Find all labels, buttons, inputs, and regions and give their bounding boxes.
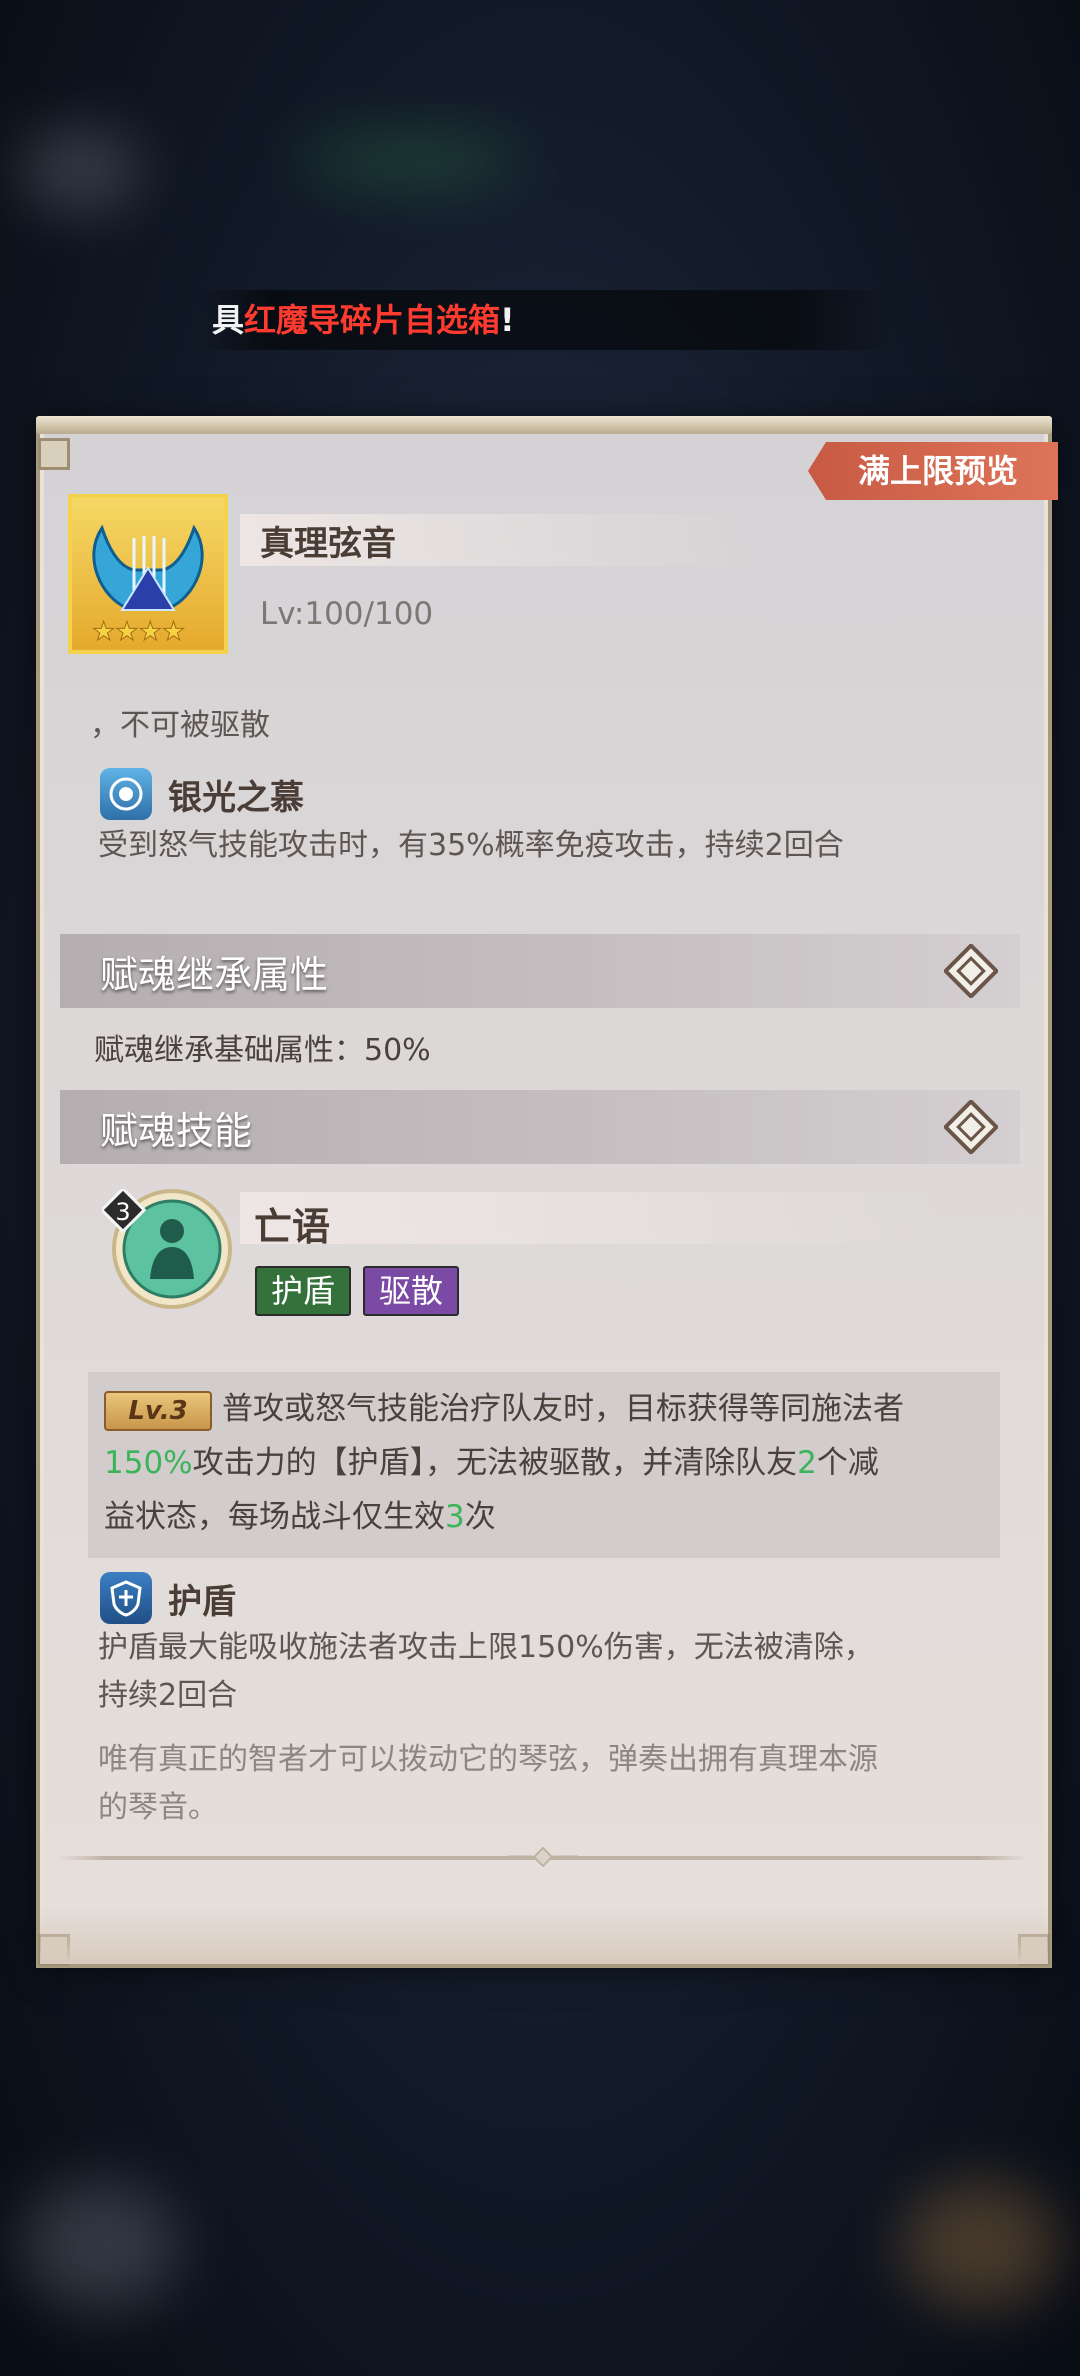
- effect-line2: 攻击力的【护盾】，无法被驱散，并清除队友: [192, 1445, 798, 1481]
- shield-icon: [100, 1572, 152, 1624]
- effect-times: 3: [445, 1499, 465, 1535]
- divider-ornament: [508, 1846, 578, 1868]
- effect-count: 2: [797, 1445, 817, 1481]
- effect-text: Lv.3 普攻或怒气技能治疗队友时，目标获得等同施法者 150%攻击力的【护盾】，…: [104, 1382, 984, 1544]
- background-blur: [900, 2180, 1060, 2310]
- shield-desc-line1: 护盾最大能吸收施法者攻击上限150%伤害，无法被清除，: [98, 1630, 874, 1665]
- lyre-icon: ★★★★: [92, 524, 204, 648]
- soul-skill-name: 亡语: [254, 1205, 331, 1249]
- inherit-stat-text: 赋魂继承基础属性：50%: [94, 1033, 431, 1068]
- item-name: 真理弦音: [260, 524, 396, 564]
- section-soul-skill: 赋魂技能: [60, 1090, 1020, 1164]
- shield-skill-header: 护盾: [100, 1572, 236, 1624]
- background-blur: [20, 2180, 180, 2310]
- background-blur: [300, 140, 520, 180]
- skill-name-band: [240, 1192, 940, 1244]
- announcement-marquee: 具红魔导碎片自选箱!: [200, 290, 892, 350]
- shield-skill-name: 护盾: [168, 1581, 236, 1622]
- panel-top-frame: [36, 416, 1052, 434]
- silver-skill-header: 银光之慕: [100, 768, 304, 820]
- marquee-suffix: !: [500, 301, 515, 339]
- item-icon: ★★★★: [68, 494, 228, 654]
- shield-desc-line2: 持续2回合: [98, 1678, 238, 1713]
- silver-skill-desc: 受到怒气技能攻击时，有35%概率免疫攻击，持续2回合: [98, 828, 844, 863]
- target-icon: [100, 768, 152, 820]
- effect-line1: 普攻或怒气技能治疗队友时，目标获得等同施法者: [222, 1391, 904, 1427]
- item-detail-panel: 满上限预览 ★★★★ 真理弦音 Lv:100/100 ，不可被驱散 银光之慕 受…: [36, 416, 1058, 1968]
- skill-level-badge: 3: [115, 1198, 130, 1226]
- tag-dispel: 驱散: [363, 1266, 460, 1316]
- section-title: 赋魂技能: [100, 1109, 253, 1153]
- section-title: 赋魂继承属性: [100, 953, 329, 997]
- marquee-prefix: 具: [212, 301, 245, 339]
- max-preview-button[interactable]: 满上限预览: [808, 442, 1058, 500]
- marquee-highlight: 红魔导碎片自选箱: [244, 301, 501, 339]
- silver-skill-name: 银光之慕: [168, 777, 304, 818]
- level-badge: Lv.3: [104, 1390, 212, 1431]
- flavor-line1: 唯有真正的智者才可以拨动它的琴弦，弹奏出拥有真理本源: [98, 1742, 878, 1777]
- soul-skill-icon: 3: [99, 1186, 232, 1319]
- diamond-info-icon[interactable]: [944, 944, 998, 998]
- effect-line2-end: 个减: [816, 1445, 879, 1481]
- effect-line3: 益状态，每场战斗仅生效: [104, 1499, 445, 1535]
- skill-effect-box: Lv.3 普攻或怒气技能治疗队友时，目标获得等同施法者 150%攻击力的【护盾】，…: [88, 1372, 1000, 1558]
- section-inherit-attributes: 赋魂继承属性: [60, 934, 1020, 1008]
- diamond-info-icon[interactable]: [944, 1100, 998, 1154]
- background-blur: [20, 130, 140, 210]
- panel-bottom-frame: [40, 1904, 1048, 1964]
- item-level: Lv:100/100: [260, 596, 434, 632]
- tag-shield: 护盾: [255, 1266, 352, 1316]
- svg-text:★★★★: ★★★★: [92, 617, 185, 647]
- partial-skill-text: ，不可被驱散: [90, 708, 270, 743]
- effect-pct: 150%: [104, 1445, 193, 1481]
- flavor-line2: 的琴音。: [98, 1790, 218, 1825]
- effect-line3-end: 次: [464, 1499, 496, 1535]
- frame-corner: [38, 438, 70, 470]
